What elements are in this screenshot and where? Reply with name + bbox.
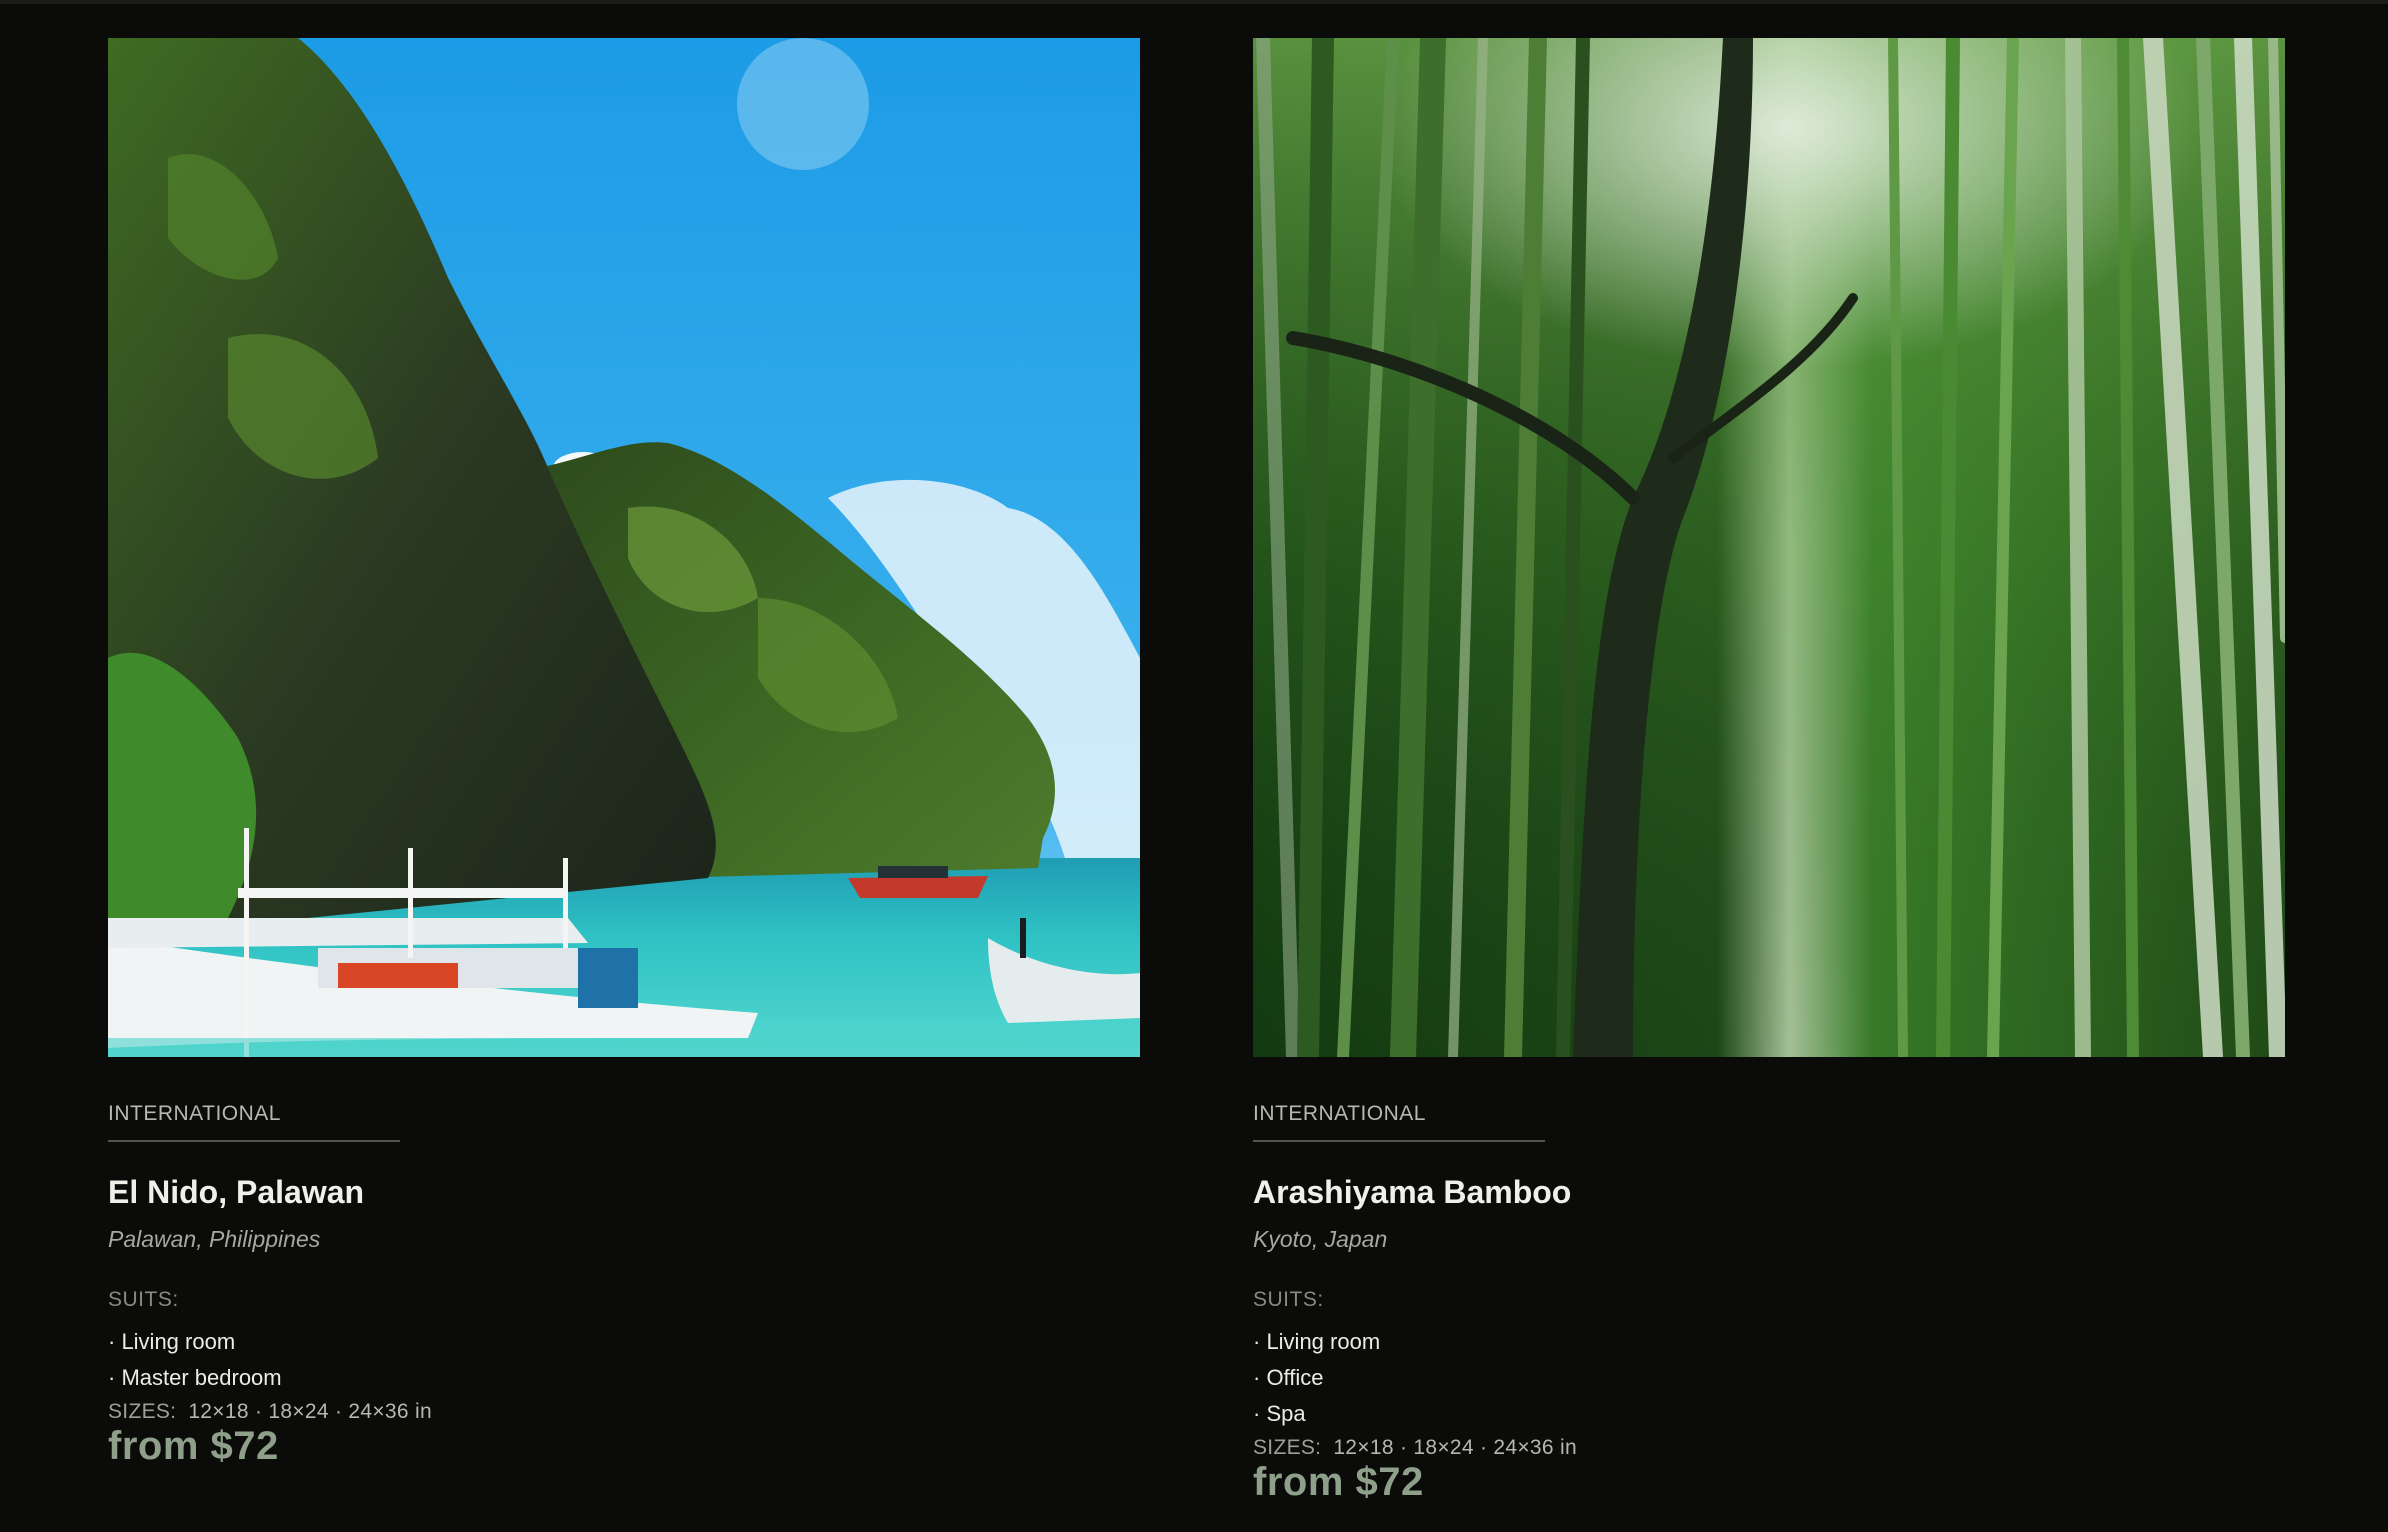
sizes-row: SIZES: 12×18 · 18×24 · 24×36 in: [1253, 1435, 2285, 1461]
price: from $72: [1253, 1460, 1424, 1504]
category-label: INTERNATIONAL: [1253, 1102, 1426, 1125]
product-info: INTERNATIONAL El Nido, Palawan Palawan, …: [108, 1102, 1140, 1467]
sizes-value: 12×18 · 18×24 · 24×36 in: [1333, 1436, 1577, 1459]
divider: [108, 1140, 400, 1142]
divider: [1253, 1140, 1545, 1142]
product-title[interactable]: El Nido, Palawan: [108, 1173, 1140, 1211]
suits-label: SUITS:: [108, 1288, 179, 1311]
product-location: Kyoto, Japan: [1253, 1226, 1388, 1252]
suits-list: · Living room · Office · Spa: [1253, 1324, 2285, 1432]
top-edge-bar: [0, 0, 2388, 4]
price: from $72: [108, 1424, 279, 1468]
product-card-el-nido[interactable]: INTERNATIONAL El Nido, Palawan Palawan, …: [108, 38, 1140, 1467]
suits-label: SUITS:: [1253, 1288, 1324, 1311]
suits-item: · Master bedroom: [108, 1365, 282, 1390]
product-title[interactable]: Arashiyama Bamboo: [1253, 1173, 2285, 1211]
el-nido-image: [108, 38, 1140, 1057]
suits-list: · Living room · Master bedroom: [108, 1324, 1140, 1396]
product-card-arashiyama[interactable]: INTERNATIONAL Arashiyama Bamboo Kyoto, J…: [1253, 38, 2285, 1503]
el-nido-photo[interactable]: [108, 38, 1140, 1057]
product-info: INTERNATIONAL Arashiyama Bamboo Kyoto, J…: [1253, 1102, 2285, 1503]
sizes-row: SIZES: 12×18 · 18×24 · 24×36 in: [108, 1399, 1140, 1425]
arashiyama-photo[interactable]: [1253, 38, 2285, 1057]
sizes-label: SIZES:: [1253, 1436, 1322, 1459]
suits-item: · Living room: [108, 1329, 236, 1354]
suits-item: · Spa: [1253, 1401, 1306, 1426]
product-location: Palawan, Philippines: [108, 1226, 321, 1252]
category-label: INTERNATIONAL: [108, 1102, 281, 1125]
suits-item: · Living room: [1253, 1329, 1381, 1354]
bamboo-image: [1253, 38, 2285, 1057]
suits-item: · Office: [1253, 1365, 1324, 1390]
sizes-label: SIZES:: [108, 1400, 177, 1423]
sizes-value: 12×18 · 18×24 · 24×36 in: [188, 1400, 432, 1423]
